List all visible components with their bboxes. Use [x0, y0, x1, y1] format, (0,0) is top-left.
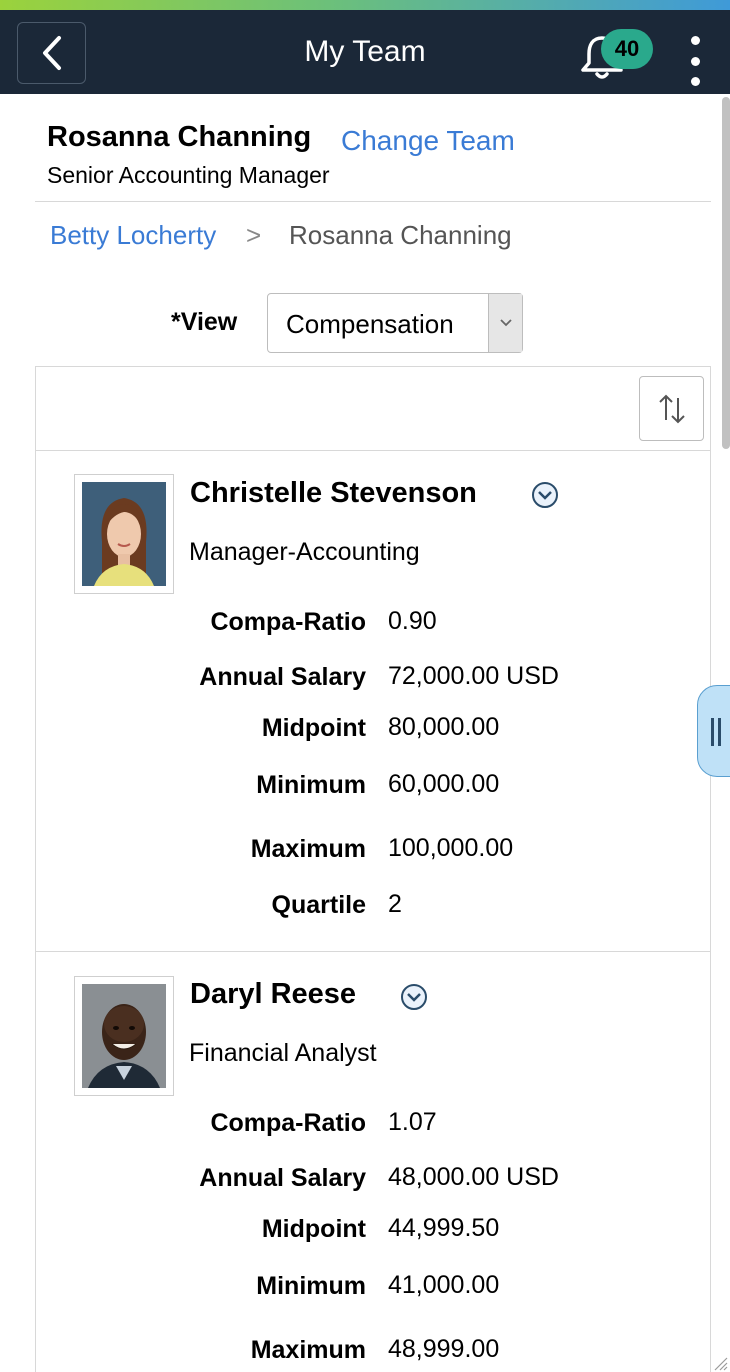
- field-label: Compa-Ratio: [210, 608, 366, 636]
- resize-grip-icon[interactable]: [712, 1355, 728, 1371]
- team-owner-title: Senior Accounting Manager: [47, 162, 330, 188]
- view-select-value: Compensation: [286, 309, 454, 339]
- field-label: Minimum: [256, 771, 366, 799]
- change-team-link[interactable]: Change Team: [341, 125, 515, 157]
- field-label: Annual Salary: [199, 1164, 366, 1192]
- side-panel-handle[interactable]: [697, 685, 730, 777]
- chevron-down-circle-icon[interactable]: [399, 982, 429, 1012]
- employee-card[interactable]: Daryl Reese Financial Analyst Compa-Rati…: [36, 952, 710, 1372]
- sort-button[interactable]: [639, 376, 704, 441]
- employee-job-title: Manager-Accounting: [189, 538, 420, 566]
- field-value: 41,000.00: [388, 1271, 500, 1299]
- field-label: Midpoint: [261, 1215, 366, 1243]
- field-value: 1.07: [388, 1108, 437, 1136]
- breadcrumb-separator: >: [246, 220, 262, 250]
- field-label: Quartile: [271, 891, 366, 919]
- field-value: 0.90: [388, 607, 437, 635]
- app-header: My Team 40: [0, 10, 730, 94]
- employee-name[interactable]: Christelle Stevenson: [190, 477, 477, 510]
- chevron-down-circle-icon[interactable]: [530, 480, 560, 510]
- employee-photo: [74, 976, 174, 1096]
- view-select[interactable]: Compensation: [267, 293, 523, 353]
- field-value: 60,000.00: [388, 770, 500, 798]
- sort-icon: [658, 394, 685, 423]
- accent-bar: [0, 0, 730, 10]
- field-label: Annual Salary: [199, 663, 366, 691]
- kebab-menu-icon[interactable]: [683, 36, 707, 86]
- field-label: Minimum: [256, 1272, 366, 1300]
- field-label: Midpoint: [261, 714, 366, 742]
- chevron-down-icon: [488, 294, 522, 352]
- notification-badge[interactable]: 40: [601, 29, 653, 69]
- field-value: 44,999.50: [388, 1214, 500, 1242]
- employee-photo: [74, 474, 174, 594]
- vertical-scrollbar[interactable]: [722, 97, 730, 449]
- view-label: *View: [171, 308, 238, 336]
- field-value: 72,000.00 USD: [388, 662, 559, 690]
- field-label: Maximum: [250, 1336, 366, 1364]
- employee-name[interactable]: Daryl Reese: [190, 978, 356, 1011]
- employee-card[interactable]: Christelle Stevenson Manager-Accounting …: [36, 451, 710, 951]
- field-label: Compa-Ratio: [210, 1109, 366, 1137]
- breadcrumb-current: Rosanna Channing: [289, 220, 512, 250]
- employee-list: Christelle Stevenson Manager-Accounting …: [35, 366, 711, 1372]
- field-value: 80,000.00: [388, 713, 500, 741]
- field-value: 100,000.00: [388, 834, 514, 862]
- field-value: 48,999.00: [388, 1335, 500, 1363]
- field-value: 2: [388, 890, 402, 918]
- list-toolbar: [36, 367, 710, 451]
- divider: [35, 201, 711, 202]
- panel-handle-icon: [711, 718, 714, 746]
- breadcrumb-parent-link[interactable]: Betty Locherty: [50, 220, 216, 251]
- team-owner-name: Rosanna Channing: [47, 121, 312, 153]
- field-value: 48,000.00 USD: [388, 1163, 559, 1191]
- field-label: Maximum: [250, 835, 366, 863]
- employee-job-title: Financial Analyst: [189, 1039, 377, 1067]
